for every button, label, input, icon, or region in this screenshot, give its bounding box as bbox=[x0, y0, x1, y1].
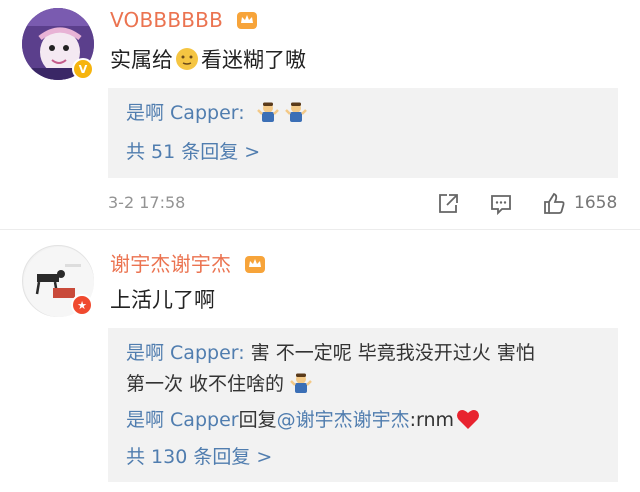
reply-username[interactable]: 是啊 Capper: bbox=[126, 342, 245, 364]
comment-text-part: 实属给 bbox=[110, 48, 173, 72]
reply-box[interactable]: 是啊 Capper: 害 不一定呢 毕竟我没开过火 害怕 第一次 收不住啥的 是… bbox=[108, 328, 618, 482]
verified-badge: V bbox=[72, 58, 94, 80]
reply-username[interactable]: 是啊 Capper bbox=[126, 409, 239, 431]
mention-link[interactable]: @谢宇杰谢宇杰 bbox=[277, 409, 410, 431]
shrug-emoji-icon bbox=[256, 102, 279, 122]
shrug-emoji-icon bbox=[290, 373, 312, 393]
shrug-emoji-icon bbox=[284, 102, 307, 122]
comment-icon[interactable] bbox=[489, 192, 513, 216]
reply-line: 是啊 Capper: 害 不一定呢 毕竟我没开过火 害怕 bbox=[126, 338, 535, 365]
avatar[interactable]: ★ bbox=[22, 245, 94, 317]
reply-box[interactable]: 是啊 Capper: 共 51 条回复 > bbox=[108, 88, 618, 178]
avatar[interactable]: V bbox=[22, 8, 94, 80]
like-icon[interactable] bbox=[542, 192, 566, 216]
more-replies-link[interactable]: 共 130 条回复 > bbox=[126, 442, 272, 469]
reply-line: 是啊 Capper回复@谢宇杰谢宇杰:rnm bbox=[126, 405, 480, 432]
comment-text: 实属给 看迷糊了嗷 bbox=[110, 44, 306, 74]
username[interactable]: VOBBBBBB bbox=[110, 8, 258, 32]
username-text[interactable]: 谢宇杰谢宇杰 bbox=[110, 252, 231, 276]
comment-text: 上活儿了啊 bbox=[110, 288, 215, 312]
timestamp: 3-2 17:58 bbox=[108, 193, 186, 212]
heart-emoji-icon bbox=[457, 410, 480, 429]
reply-content: 害 不一定呢 毕竟我没开过火 害怕 bbox=[244, 342, 535, 364]
comment-text-part: 看迷糊了嗷 bbox=[201, 48, 306, 72]
reply-line: 第一次 收不住啥的 bbox=[126, 369, 312, 396]
comment-item: ★ 谢宇杰谢宇杰 上活儿了啊 是啊 Capper: 害 不一定呢 毕竟我没开过火… bbox=[0, 231, 640, 492]
verified-badge: ★ bbox=[71, 294, 93, 316]
comment-actions: 3-2 17:58 1658 bbox=[0, 190, 640, 218]
face-emoji-icon bbox=[176, 48, 198, 70]
username[interactable]: 谢宇杰谢宇杰 bbox=[110, 248, 266, 277]
crown-badge-icon bbox=[244, 256, 265, 273]
reply-line: 是啊 Capper: bbox=[126, 98, 307, 125]
share-icon[interactable] bbox=[436, 192, 460, 216]
reply-content: 第一次 收不住啥的 bbox=[126, 373, 285, 395]
comment-item: V VOBBBBBB 实属给 看迷糊了嗷 是啊 Capper: 共 51 条回复… bbox=[0, 0, 640, 230]
reply-username[interactable]: 是啊 Capper: bbox=[126, 102, 245, 124]
reply-label: 回复 bbox=[238, 409, 277, 431]
more-replies-link[interactable]: 共 51 条回复 > bbox=[126, 137, 260, 164]
divider bbox=[0, 229, 640, 230]
reply-content: :rnm bbox=[409, 409, 455, 431]
like-count: 1658 bbox=[574, 193, 618, 213]
crown-badge-icon bbox=[236, 12, 257, 29]
username-text[interactable]: VOBBBBBB bbox=[110, 8, 223, 32]
